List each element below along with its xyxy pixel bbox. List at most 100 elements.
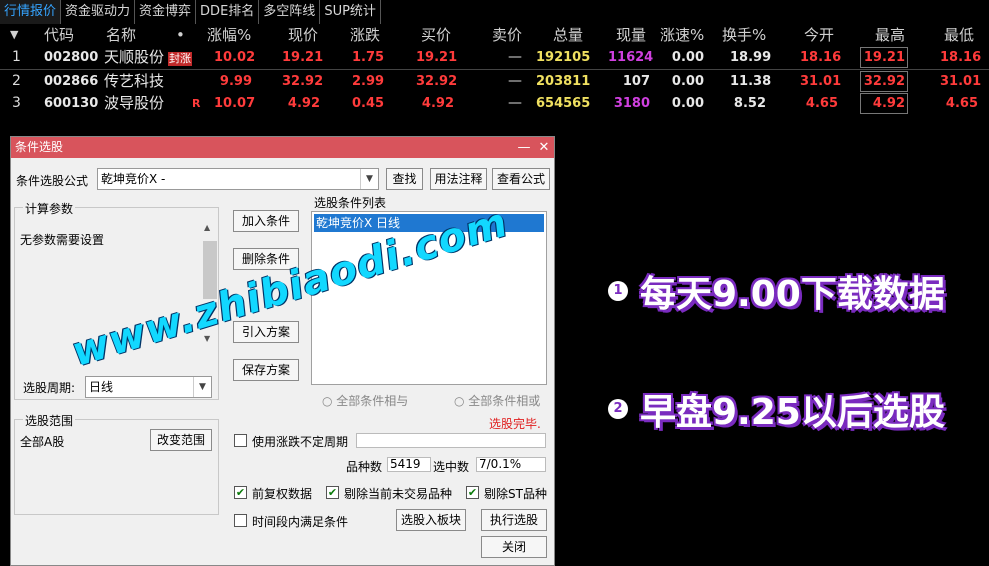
col-code[interactable]: 代码 bbox=[44, 24, 74, 46]
chevron-down-icon[interactable]: ▼ bbox=[360, 169, 378, 189]
high-price: 19.21 bbox=[860, 47, 908, 68]
col-dot[interactable]: • bbox=[176, 24, 185, 46]
tab-long-short[interactable]: 多空阵线 bbox=[259, 0, 321, 24]
speed: 0.00 bbox=[671, 74, 704, 89]
tab-sup-stats[interactable]: SUP统计 bbox=[320, 0, 381, 24]
exclude-untraded-label: 剔除当前未交易品种 bbox=[344, 487, 453, 501]
usage-notes-button[interactable]: 用法注释 bbox=[430, 168, 487, 190]
no-params-text: 无参数需要设置 bbox=[20, 233, 105, 247]
turnover: 18.99 bbox=[730, 50, 772, 65]
annotation-number: 1 bbox=[608, 281, 628, 301]
exclude-st-checkbox[interactable]: ✔ bbox=[466, 486, 479, 499]
last-price: 32.92 bbox=[282, 74, 324, 89]
table-header: ▼ 代码 名称 • 涨幅% 现价 涨跌 买价 卖价 总量 现量 涨速% 换手% … bbox=[0, 24, 989, 46]
speed: 0.00 bbox=[671, 50, 704, 65]
current-volume: 3180 bbox=[613, 96, 650, 111]
current-volume: 107 bbox=[622, 74, 650, 89]
time-range-checkbox[interactable] bbox=[234, 514, 247, 527]
period-label: 选股周期: bbox=[23, 381, 76, 395]
stock-code: 002800 bbox=[44, 50, 99, 65]
row-index: 3 bbox=[12, 95, 21, 111]
tab-bar: 行情报价 资金驱动力 资金博弈 DDE排名 多空阵线 SUP统计 bbox=[0, 0, 381, 24]
exclude-untraded-checkbox[interactable]: ✔ bbox=[326, 486, 339, 499]
col-name[interactable]: 名称 bbox=[106, 24, 136, 46]
tab-fund-game[interactable]: 资金博弈 bbox=[135, 0, 197, 24]
high-price: 32.92 bbox=[860, 71, 908, 92]
forward-adjust-label: 前复权数据 bbox=[252, 487, 313, 501]
col-low[interactable]: 最低 bbox=[944, 24, 974, 46]
col-change[interactable]: 涨跌 bbox=[350, 24, 380, 46]
formula-select[interactable]: 乾坤竞价X - ▼ bbox=[97, 168, 379, 190]
find-button[interactable]: 查找 bbox=[386, 168, 423, 190]
minimize-icon[interactable]: — bbox=[515, 137, 533, 158]
total-volume: 654565 bbox=[536, 96, 591, 111]
close-icon[interactable]: ✕ bbox=[535, 137, 553, 158]
uncertain-period-input[interactable] bbox=[356, 433, 546, 448]
col-speed[interactable]: 涨速% bbox=[660, 24, 704, 46]
selected-label: 选中数 bbox=[433, 460, 470, 474]
sort-icon[interactable]: ▼ bbox=[10, 24, 18, 46]
period-select[interactable]: 日线 ▼ bbox=[85, 376, 212, 398]
all-and-label: 全部条件相与 bbox=[336, 394, 409, 408]
bid-price: 4.92 bbox=[421, 96, 454, 111]
table-row[interactable]: 1 002800 天顺股份 封涨 10.02 19.21 1.75 19.21 … bbox=[0, 46, 989, 69]
all-or-label: 全部条件相或 bbox=[468, 394, 541, 408]
row-index: 1 bbox=[12, 49, 21, 65]
open-price: 31.01 bbox=[800, 74, 842, 89]
col-turnover[interactable]: 换手% bbox=[722, 24, 766, 46]
pct-change: 10.02 bbox=[214, 50, 256, 65]
uncertain-period-checkbox[interactable] bbox=[234, 434, 247, 447]
col-volume[interactable]: 总量 bbox=[553, 24, 583, 46]
execute-screen-button[interactable]: 执行选股 bbox=[481, 509, 547, 531]
tab-fund-drive[interactable]: 资金驱动力 bbox=[61, 0, 136, 24]
annotation-text: 每天9.00下载数据 bbox=[640, 274, 945, 315]
speed: 0.00 bbox=[671, 96, 704, 111]
radio-all-and[interactable]: ○ 全部条件相与 bbox=[322, 392, 408, 409]
low-price: 18.16 bbox=[940, 50, 982, 65]
stock-name: 天顺股份 bbox=[104, 48, 165, 66]
range-value: 全部A股 bbox=[20, 435, 65, 449]
save-plan-button[interactable]: 保存方案 bbox=[233, 359, 299, 381]
col-open[interactable]: 今开 bbox=[804, 24, 834, 46]
condition-list-label: 选股条件列表 bbox=[314, 196, 387, 210]
col-price[interactable]: 现价 bbox=[288, 24, 318, 46]
scroll-up-icon[interactable]: ▲ bbox=[204, 223, 210, 232]
margin-tag: R bbox=[192, 97, 201, 110]
limit-up-tag: 封涨 bbox=[168, 52, 192, 66]
col-pct[interactable]: 涨幅% bbox=[207, 24, 251, 46]
low-price: 4.65 bbox=[945, 96, 978, 111]
dialog-titlebar[interactable]: 条件选股 — ✕ bbox=[11, 137, 554, 158]
last-price: 4.92 bbox=[287, 96, 320, 111]
view-formula-button[interactable]: 查看公式 bbox=[492, 168, 550, 190]
close-button[interactable]: 关闭 bbox=[481, 536, 547, 558]
price-change: 1.75 bbox=[352, 50, 385, 65]
add-condition-button[interactable]: 加入条件 bbox=[233, 210, 299, 232]
table-row[interactable]: 3 600130 波导股份 R 10.07 4.92 0.45 4.92 — 6… bbox=[0, 92, 989, 115]
stock-name: 波导股份 bbox=[104, 94, 165, 112]
annotation-number: 2 bbox=[608, 399, 628, 419]
col-current-vol[interactable]: 现量 bbox=[616, 24, 646, 46]
tab-dde-rank[interactable]: DDE排名 bbox=[196, 0, 260, 24]
ask-price: — bbox=[508, 95, 522, 111]
row-index: 2 bbox=[12, 73, 21, 89]
last-price: 19.21 bbox=[282, 50, 324, 65]
bid-price: 32.92 bbox=[416, 74, 458, 89]
col-ask[interactable]: 卖价 bbox=[492, 24, 522, 46]
total-volume: 203811 bbox=[536, 74, 591, 89]
range-group-title: 选股范围 bbox=[23, 412, 76, 429]
chevron-down-icon[interactable]: ▼ bbox=[193, 377, 211, 397]
formula-label: 条件选股公式 bbox=[16, 174, 89, 188]
table-row[interactable]: 2 002866 传艺科技 9.99 32.92 2.99 32.92 — 20… bbox=[0, 69, 989, 92]
tab-quotes[interactable]: 行情报价 bbox=[0, 0, 62, 24]
formula-value: 乾坤竞价X - bbox=[101, 172, 166, 186]
period-value: 日线 bbox=[89, 380, 114, 394]
ask-price: — bbox=[508, 49, 522, 65]
col-bid[interactable]: 买价 bbox=[421, 24, 451, 46]
change-range-button[interactable]: 改变范围 bbox=[150, 429, 212, 451]
status-text: 选股完毕. bbox=[489, 417, 541, 431]
radio-all-or[interactable]: ○ 全部条件相或 bbox=[454, 392, 540, 409]
add-to-block-button[interactable]: 选股入板块 bbox=[396, 509, 466, 531]
open-price: 4.65 bbox=[805, 96, 838, 111]
forward-adjust-checkbox[interactable]: ✔ bbox=[234, 486, 247, 499]
col-high[interactable]: 最高 bbox=[875, 24, 905, 46]
